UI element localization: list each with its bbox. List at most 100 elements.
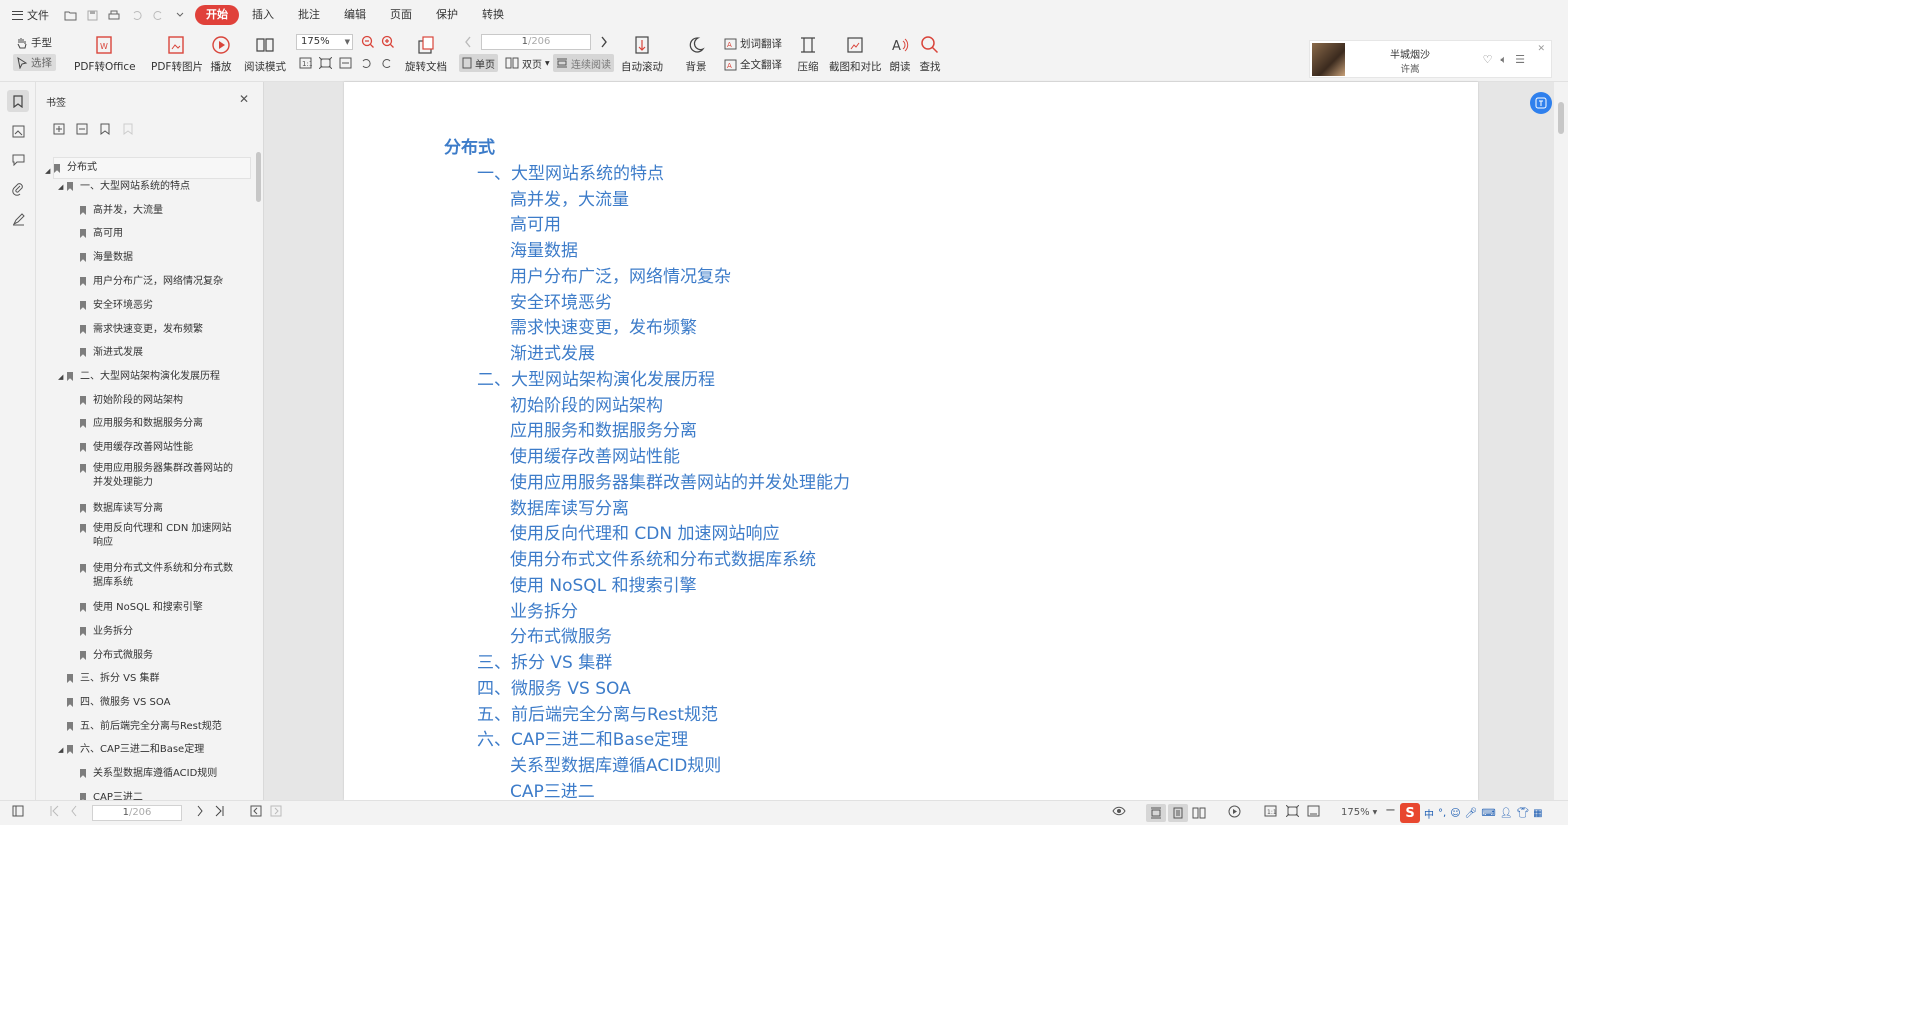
compress-button[interactable]: 压缩 [797,34,819,74]
toc-subsection[interactable]: 使用分布式文件系统和分布式数据库系统 [510,545,816,570]
bookmark-item[interactable]: 高可用 [80,227,241,241]
tab-edit[interactable]: 编辑 [333,5,377,25]
toc-subsection[interactable]: 渐进式发展 [510,339,595,364]
expand-toggle-icon[interactable]: ◢ [58,743,63,757]
collapse-all-icon[interactable] [75,122,89,136]
toc-subsection[interactable]: 使用 NoSQL 和搜索引擎 [510,571,697,596]
fit-width-icon[interactable] [339,57,352,69]
read-aloud-button[interactable]: A 朗读 [889,34,911,74]
zoom-in-icon[interactable] [381,35,395,49]
toc-subsection[interactable]: 海量数据 [510,236,578,261]
playlist-icon[interactable]: ☰ [1515,53,1525,67]
bookmark-item[interactable]: 三、拆分 VS 集群 [67,672,241,686]
first-page-icon[interactable] [50,805,60,817]
delete-bookmark-icon[interactable] [121,122,135,136]
bookmark-item[interactable]: 渐进式发展 [80,346,241,360]
zoom-out-icon[interactable]: − [1385,803,1396,818]
save-icon[interactable] [83,6,101,24]
back-icon[interactable] [250,805,262,817]
view-double-icon[interactable] [1189,804,1209,822]
bookmark-item[interactable]: 使用 NoSQL 和搜索引擎 [80,601,241,615]
print-icon[interactable] [105,6,123,24]
bookmark-item[interactable]: 高并发，大流量 [80,204,241,218]
document-scrollbar[interactable] [1554,82,1568,800]
fit-width-icon[interactable] [1307,805,1320,817]
tab-protect[interactable]: 保护 [425,5,469,25]
prev-page-icon[interactable] [70,805,78,817]
volume-icon[interactable]: 🔈︎ [1501,53,1508,67]
bookmark-item[interactable]: 业务拆分 [80,625,241,639]
bookmark-item[interactable]: 用户分布广泛，网络情况复杂 [80,275,241,289]
full-translate-button[interactable]: A 全文翻译 [724,57,782,72]
sidebar-toggle-icon[interactable] [12,805,24,817]
tab-convert[interactable]: 转换 [471,5,515,25]
toc-subsection[interactable]: 关系型数据库遵循ACID规则 [510,751,721,776]
bookmark-panel-icon[interactable] [7,90,29,112]
thumbnail-icon[interactable] [7,120,29,142]
bookmark-item[interactable]: 使用分布式文件系统和分布式数据库系统 [80,562,241,590]
status-zoom-select[interactable]: 175% ▼ [1341,807,1377,818]
toc-subsection[interactable]: CAP三进二 [510,777,595,802]
bookmark-item[interactable]: 四、微服务 VS SOA [67,696,241,710]
toc-subsection[interactable]: 高可用 [510,210,561,235]
word-translate-button[interactable]: A 划词翻译 [724,36,782,51]
bookmark-item[interactable]: 需求快速变更，发布频繁 [80,323,241,337]
bookmark-item[interactable]: 安全环境恶劣 [80,299,241,313]
bookmark-item[interactable]: 使用缓存改善网站性能 [80,441,241,455]
zoom-out-icon[interactable] [361,35,375,49]
tab-page[interactable]: 页面 [379,5,423,25]
toc-section[interactable]: 四、微服务 VS SOA [477,674,631,699]
play-button[interactable]: 播放 [210,34,232,74]
pdf-to-image-button[interactable]: PDF转图片 [151,34,203,74]
toc-subsection[interactable]: 安全环境恶劣 [510,288,612,313]
scrollbar-thumb[interactable] [1558,102,1564,134]
add-bookmark-icon[interactable] [98,122,112,136]
continuous-reading-button[interactable]: 连续阅读 [553,54,614,72]
actual-size-icon[interactable]: 1:1 [1264,805,1277,817]
toc-section[interactable]: 六、CAP三进二和Base定理 [477,725,688,750]
expand-toggle-icon[interactable]: ◢ [58,180,63,194]
eye-icon[interactable] [1112,805,1126,817]
actual-size-icon[interactable]: 1:1 [299,57,312,69]
toc-subsection[interactable]: 使用缓存改善网站性能 [510,442,680,467]
fit-page-icon[interactable] [1286,805,1299,817]
bookmark-item[interactable]: ◢ 二、大型网站架构演化发展历程 [58,370,241,384]
last-page-icon[interactable] [214,805,224,817]
signature-icon[interactable] [7,208,29,230]
bookmark-item[interactable]: 使用反向代理和 CDN 加速网站响应 [80,522,241,550]
bookmark-item[interactable]: 五、前后端完全分离与Rest规范 [67,720,241,734]
toc-section[interactable]: 三、拆分 VS 集群 [477,648,612,673]
undo-icon[interactable] [127,6,145,24]
screenshot-compare-button[interactable]: 截图和对比 [829,34,882,74]
single-page-button[interactable]: 单页 [459,54,498,72]
floating-tool-button[interactable] [1530,92,1552,114]
toc-subsection[interactable]: 用户分布广泛，网络情况复杂 [510,262,731,287]
expand-all-icon[interactable] [52,122,66,136]
bookmark-item[interactable]: 分布式微服务 [80,649,241,663]
fit-page-icon[interactable] [319,57,332,69]
bookmark-item[interactable]: 数据库读写分离 [80,502,241,516]
toc-subsection[interactable]: 数据库读写分离 [510,494,629,519]
pdf-to-office-button[interactable]: W PDF转Office [74,34,136,74]
forward-icon[interactable] [270,805,282,817]
file-menu[interactable]: 文件 [12,7,49,23]
toc-subsection[interactable]: 分布式微服务 [510,622,612,647]
bookmark-item[interactable]: 海量数据 [80,251,241,265]
background-button[interactable]: 背景 [685,34,707,74]
zoom-select[interactable]: 175% ▼ [296,34,353,50]
toc-title[interactable]: 分布式 [444,133,495,158]
bookmark-item[interactable]: ◢ 一、大型网站系统的特点 [58,180,241,194]
tab-annotate[interactable]: 批注 [287,5,331,25]
play-icon[interactable] [1228,805,1241,818]
chevron-down-icon[interactable] [171,6,189,24]
find-button[interactable]: 查找 [919,34,941,74]
reading-mode-button[interactable]: 阅读模式 [244,34,286,74]
tab-start[interactable]: 开始 [195,5,239,25]
bookmark-item[interactable]: 初始阶段的网站架构 [80,394,241,408]
redo-icon[interactable] [149,6,167,24]
bookmark-item[interactable]: ◢ 六、CAP三进二和Base定理 [58,743,241,757]
bookmark-item[interactable]: 应用服务和数据服务分离 [80,417,241,431]
close-icon[interactable]: ✕ [1537,44,1545,54]
rotate-left-icon[interactable] [360,57,373,69]
expand-toggle-icon[interactable]: ◢ [58,370,63,384]
